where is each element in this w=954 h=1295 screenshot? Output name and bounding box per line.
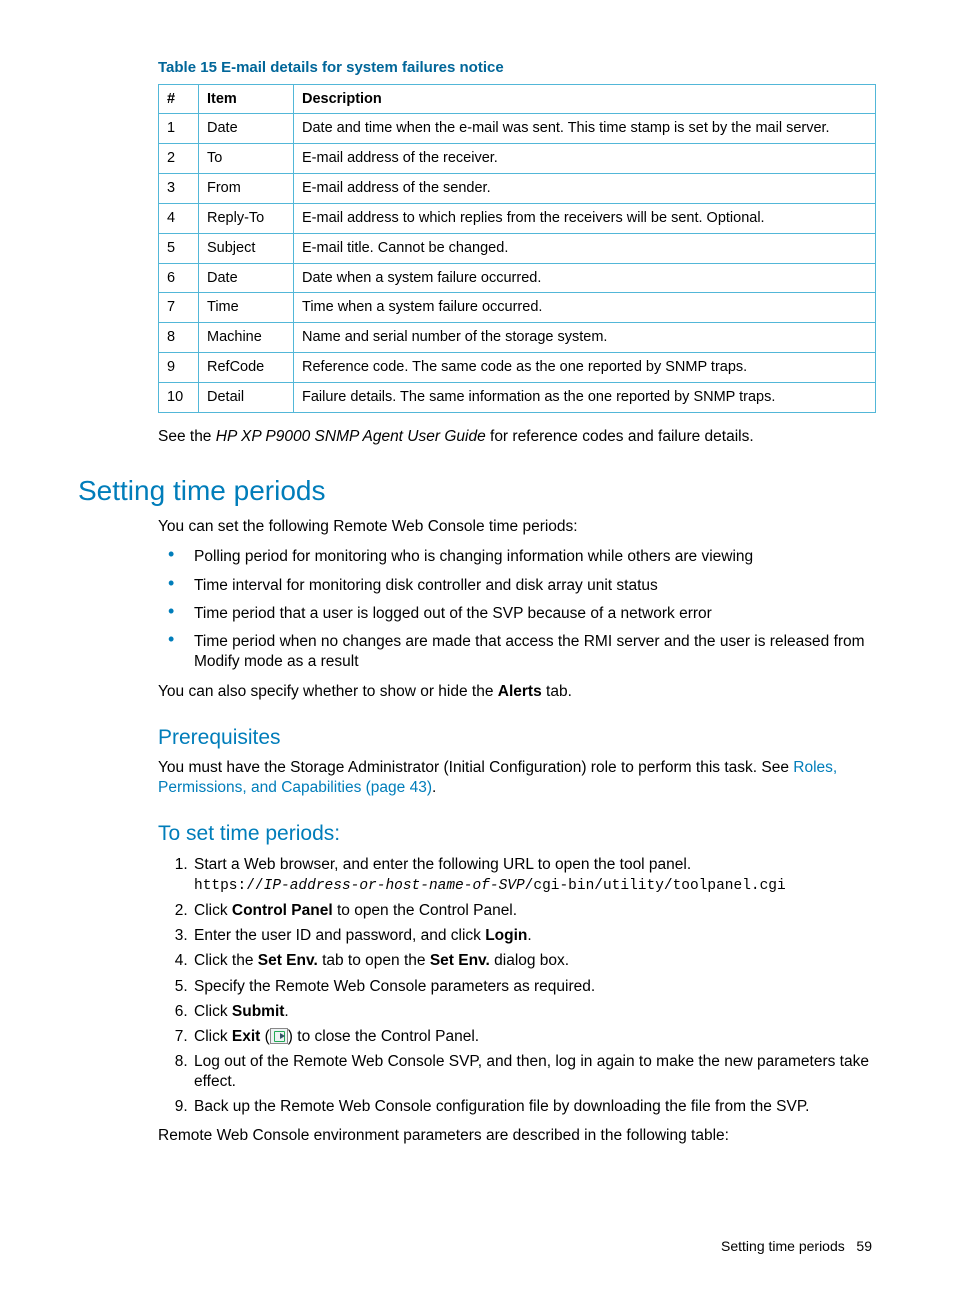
table-cell: Reference code. The same code as the one… [294, 353, 876, 383]
step-item: Enter the user ID and password, and clic… [192, 924, 876, 949]
table-cell: 5 [159, 233, 199, 263]
col-desc: Description [294, 84, 876, 114]
table-cell: Time when a system failure occurred. [294, 293, 876, 323]
table-cell: E-mail address of the sender. [294, 174, 876, 204]
table-row: 9RefCodeReference code. The same code as… [159, 353, 876, 383]
section-heading: Setting time periods [78, 473, 876, 509]
time-periods-list: Polling period for monitoring who is cha… [158, 543, 876, 676]
prerequisites-heading: Prerequisites [158, 724, 876, 751]
list-item: Time period that a user is logged out of… [158, 600, 876, 628]
step-item: Click Submit. [192, 1000, 876, 1025]
table-cell: 4 [159, 203, 199, 233]
list-item: Time period when no changes are made tha… [158, 628, 876, 676]
table-row: 8MachineName and serial number of the st… [159, 323, 876, 353]
list-item: Time interval for monitoring disk contro… [158, 572, 876, 600]
alerts-paragraph: You can also specify whether to show or … [158, 682, 876, 702]
step-item: Click Exit () to close the Control Panel… [192, 1025, 876, 1050]
intro-paragraph: You can set the following Remote Web Con… [158, 517, 876, 537]
exit-icon [270, 1028, 288, 1044]
prerequisites-paragraph: You must have the Storage Administrator … [158, 758, 876, 798]
step-item: Click the Set Env. tab to open the Set E… [192, 949, 876, 974]
col-num: # [159, 84, 199, 114]
reference-note: See the HP XP P9000 SNMP Agent User Guid… [158, 427, 876, 447]
table-cell: 3 [159, 174, 199, 204]
table-cell: E-mail address of the receiver. [294, 144, 876, 174]
table-row: 1DateDate and time when the e-mail was s… [159, 114, 876, 144]
table-caption: Table 15 E-mail details for system failu… [158, 58, 876, 78]
table-cell: Date [199, 114, 294, 144]
email-details-table: # Item Description 1DateDate and time wh… [158, 84, 876, 413]
table-cell: Failure details. The same information as… [294, 382, 876, 412]
table-cell: Date when a system failure occurred. [294, 263, 876, 293]
step-item: Log out of the Remote Web Console SVP, a… [192, 1050, 876, 1095]
table-cell: To [199, 144, 294, 174]
step-item: Click Control Panel to open the Control … [192, 899, 876, 924]
table-cell: Reply-To [199, 203, 294, 233]
table-cell: RefCode [199, 353, 294, 383]
table-row: 5SubjectE-mail title. Cannot be changed. [159, 233, 876, 263]
table-cell: From [199, 174, 294, 204]
step-item: Specify the Remote Web Console parameter… [192, 975, 876, 1000]
outro-paragraph: Remote Web Console environment parameter… [158, 1126, 876, 1146]
table-cell: Detail [199, 382, 294, 412]
table-row: 3FromE-mail address of the sender. [159, 174, 876, 204]
table-cell: E-mail address to which replies from the… [294, 203, 876, 233]
step-item: Back up the Remote Web Console configura… [192, 1095, 876, 1120]
table-row: 4Reply-ToE-mail address to which replies… [159, 203, 876, 233]
steps-heading: To set time periods: [158, 820, 876, 847]
table-cell: 10 [159, 382, 199, 412]
steps-list: Start a Web browser, and enter the follo… [158, 853, 876, 1120]
table-cell: 1 [159, 114, 199, 144]
table-cell: 6 [159, 263, 199, 293]
table-cell: 7 [159, 293, 199, 323]
page-footer: Setting time periods 59 [78, 1237, 876, 1255]
url-code: https://IP-address-or-host-name-of-SVP/c… [194, 878, 786, 894]
table-cell: Subject [199, 233, 294, 263]
table-cell: Name and serial number of the storage sy… [294, 323, 876, 353]
table-row: 7TimeTime when a system failure occurred… [159, 293, 876, 323]
table-cell: Date [199, 263, 294, 293]
list-item: Polling period for monitoring who is cha… [158, 543, 876, 571]
table-cell: E-mail title. Cannot be changed. [294, 233, 876, 263]
table-cell: 8 [159, 323, 199, 353]
col-item: Item [199, 84, 294, 114]
table-cell: Date and time when the e-mail was sent. … [294, 114, 876, 144]
table-row: 2ToE-mail address of the receiver. [159, 144, 876, 174]
table-row: 10DetailFailure details. The same inform… [159, 382, 876, 412]
table-cell: Machine [199, 323, 294, 353]
table-cell: 2 [159, 144, 199, 174]
step-item: Start a Web browser, and enter the follo… [192, 853, 876, 899]
table-cell: Time [199, 293, 294, 323]
table-row: 6DateDate when a system failure occurred… [159, 263, 876, 293]
table-cell: 9 [159, 353, 199, 383]
